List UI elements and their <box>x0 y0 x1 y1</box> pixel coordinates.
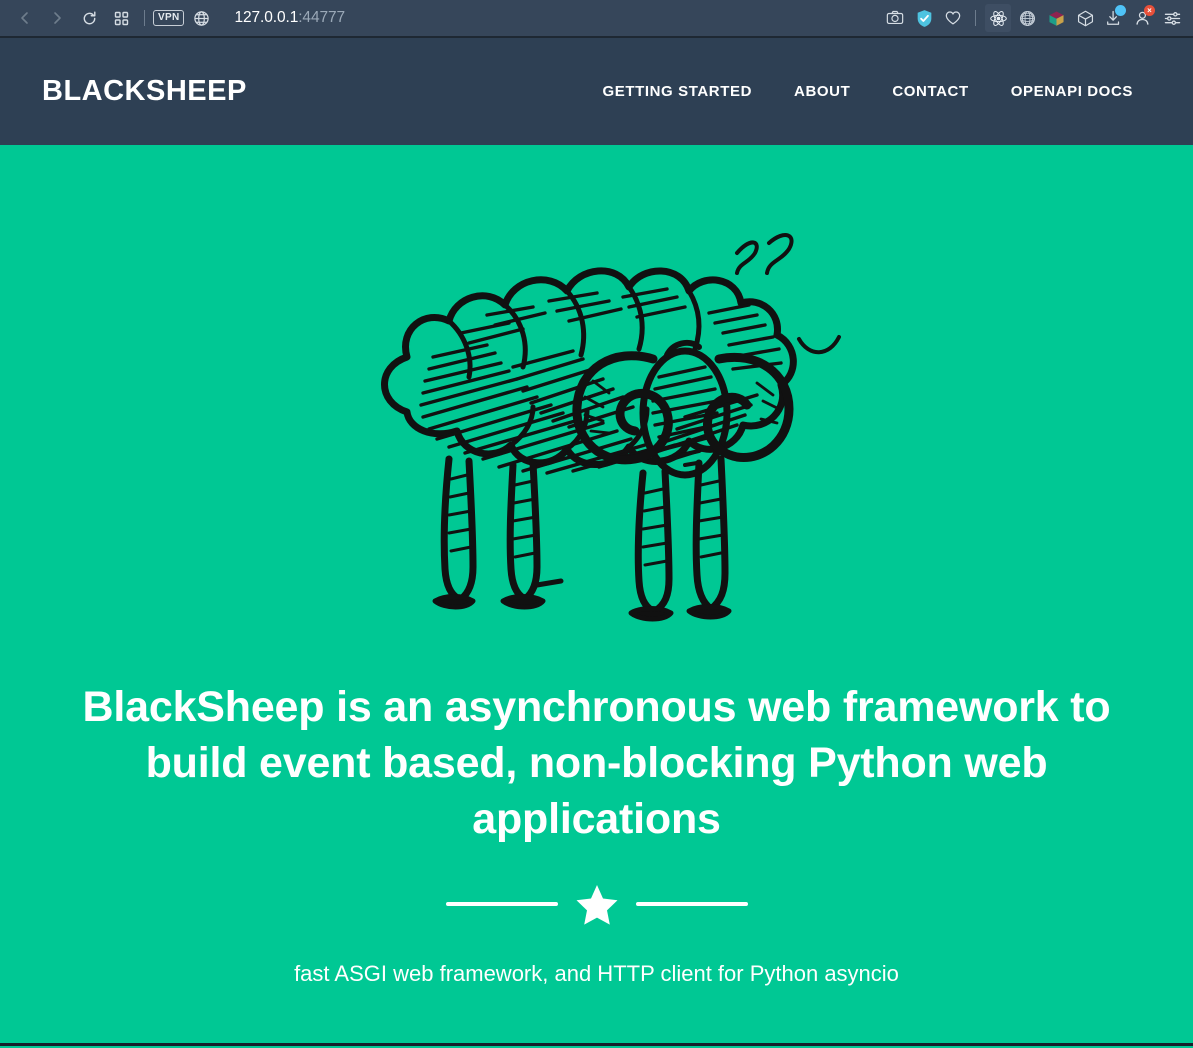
nav-link-openapi-docs[interactable]: OPENAPI DOCS <box>1011 83 1133 100</box>
url-port: :44777 <box>298 9 345 26</box>
forward-arrow-icon[interactable] <box>42 4 72 32</box>
wireframe-cube-icon[interactable] <box>1072 4 1098 32</box>
nav-link-getting-started[interactable]: GETTING STARTED <box>602 83 752 100</box>
divider-rule-right <box>636 902 748 906</box>
download-icon[interactable] <box>1101 4 1127 32</box>
hero-title: BlackSheep is an asynchronous web framew… <box>37 679 1157 847</box>
grid-tabs-icon[interactable] <box>106 4 136 32</box>
color-cube-icon[interactable] <box>1043 4 1069 32</box>
settings-sliders-icon[interactable] <box>1159 4 1185 32</box>
brand-logo[interactable]: BLACKSHEEP <box>42 75 247 108</box>
react-atom-icon[interactable] <box>985 4 1011 32</box>
hero-section: BlackSheep is an asynchronous web framew… <box>0 145 1193 1046</box>
back-arrow-icon[interactable] <box>10 4 40 32</box>
reload-icon[interactable] <box>74 4 104 32</box>
site-navbar: BLACKSHEEP GETTING STARTED ABOUT CONTACT… <box>0 38 1193 145</box>
nav-link-contact[interactable]: CONTACT <box>892 83 968 100</box>
address-bar[interactable]: 127.0.0.1:44777 <box>234 9 345 27</box>
toolbar-divider-2 <box>975 10 976 26</box>
main-navigation: GETTING STARTED ABOUT CONTACT OPENAPI DO… <box>602 83 1133 100</box>
profile-badge: × <box>1144 5 1155 16</box>
download-badge <box>1115 5 1126 16</box>
divider-rule-left <box>446 902 558 906</box>
hero-subtitle: fast ASGI web framework, and HTTP client… <box>294 961 899 987</box>
blacksheep-illustration <box>337 217 857 637</box>
toolbar-divider <box>144 10 145 26</box>
shield-check-icon[interactable] <box>911 4 937 32</box>
vpn-label: VPN <box>153 10 184 26</box>
profile-icon[interactable]: × <box>1130 4 1156 32</box>
url-host: 127.0.0.1 <box>234 9 298 26</box>
nav-link-about[interactable]: ABOUT <box>794 83 850 100</box>
wireframe-globe-icon[interactable] <box>1014 4 1040 32</box>
browser-extension-icons: × <box>882 4 1185 32</box>
globe-icon[interactable] <box>186 4 216 32</box>
heart-icon[interactable] <box>940 4 966 32</box>
browser-nav-controls: VPN 127.0.0.1:44777 <box>10 4 345 32</box>
hero-divider <box>446 883 748 925</box>
star-icon <box>576 883 618 925</box>
vpn-badge[interactable]: VPN <box>153 4 184 32</box>
camera-icon[interactable] <box>882 4 908 32</box>
browser-toolbar: VPN 127.0.0.1:44777 <box>0 0 1193 38</box>
